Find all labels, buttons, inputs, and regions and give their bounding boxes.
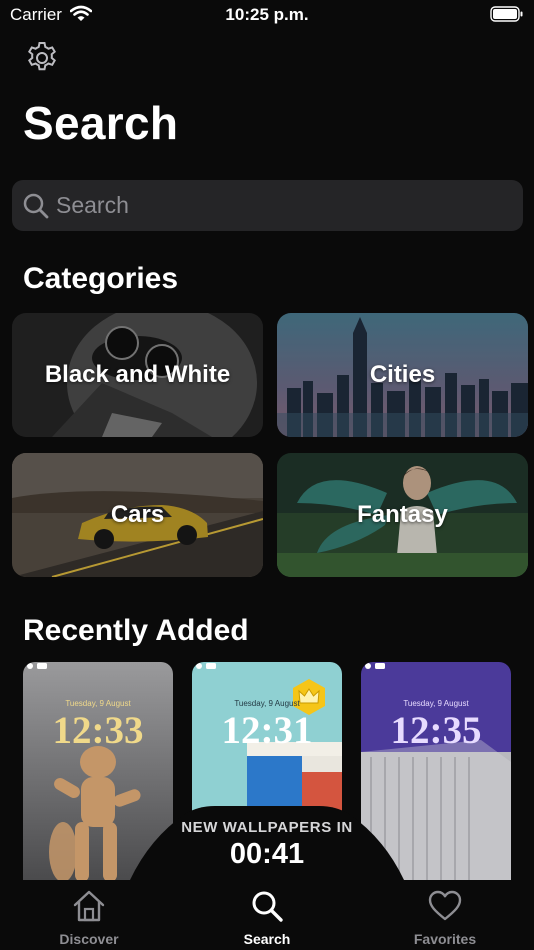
tab-label: Search [243, 931, 291, 947]
category-cities[interactable]: Cities [277, 313, 528, 437]
search-bar[interactable] [12, 180, 523, 231]
wallpaper-date: Tuesday, 9 August [65, 699, 131, 708]
search-icon [252, 891, 283, 922]
category-label: Fantasy [357, 501, 448, 528]
countdown-label: NEW WALLPAPERS IN [181, 819, 353, 836]
categories-heading: Categories [23, 262, 179, 295]
gear-icon [28, 42, 56, 71]
wallpaper-time: 12:31 [221, 709, 313, 752]
category-fantasy[interactable]: Fantasy [277, 453, 528, 577]
search-input[interactable] [56, 180, 511, 231]
heart-icon [428, 890, 462, 921]
wallpaper-time: 12:33 [52, 709, 144, 752]
wallpaper-status-icons [365, 663, 385, 669]
wallpaper-status-icons [196, 663, 216, 669]
category-label: Cities [369, 361, 436, 388]
tab-label: Discover [59, 931, 119, 947]
page-title: Search [23, 97, 179, 149]
category-label: Cars [110, 501, 165, 528]
countdown-value: 00:41 [229, 838, 305, 870]
category-label: Black and White [44, 361, 231, 388]
category-cars[interactable]: Cars [12, 453, 263, 577]
tab-favorites[interactable]: Favorites [356, 880, 534, 950]
wallpaper-time: 12:35 [390, 709, 482, 752]
recently-added-heading: Recently Added [23, 614, 249, 647]
battery-icon [490, 6, 523, 22]
tab-label: Favorites [413, 931, 477, 947]
house-icon [73, 890, 105, 922]
status-bar: Carrier 10:25 p.m. [0, 0, 534, 30]
tab-search[interactable]: Search [178, 880, 356, 950]
tab-discover[interactable]: Discover [0, 880, 178, 950]
tab-bar: Discover Search Favorites [0, 880, 534, 950]
wallpaper-date: Tuesday, 9 August [234, 699, 300, 708]
search-icon [23, 193, 49, 219]
wallpaper-status-icons [27, 663, 47, 669]
category-black-and-white[interactable]: Black and White [12, 313, 263, 437]
status-time: 10:25 p.m. [225, 5, 309, 24]
settings-button[interactable] [24, 40, 60, 76]
wallpaper-date: Tuesday, 9 August [403, 699, 469, 708]
